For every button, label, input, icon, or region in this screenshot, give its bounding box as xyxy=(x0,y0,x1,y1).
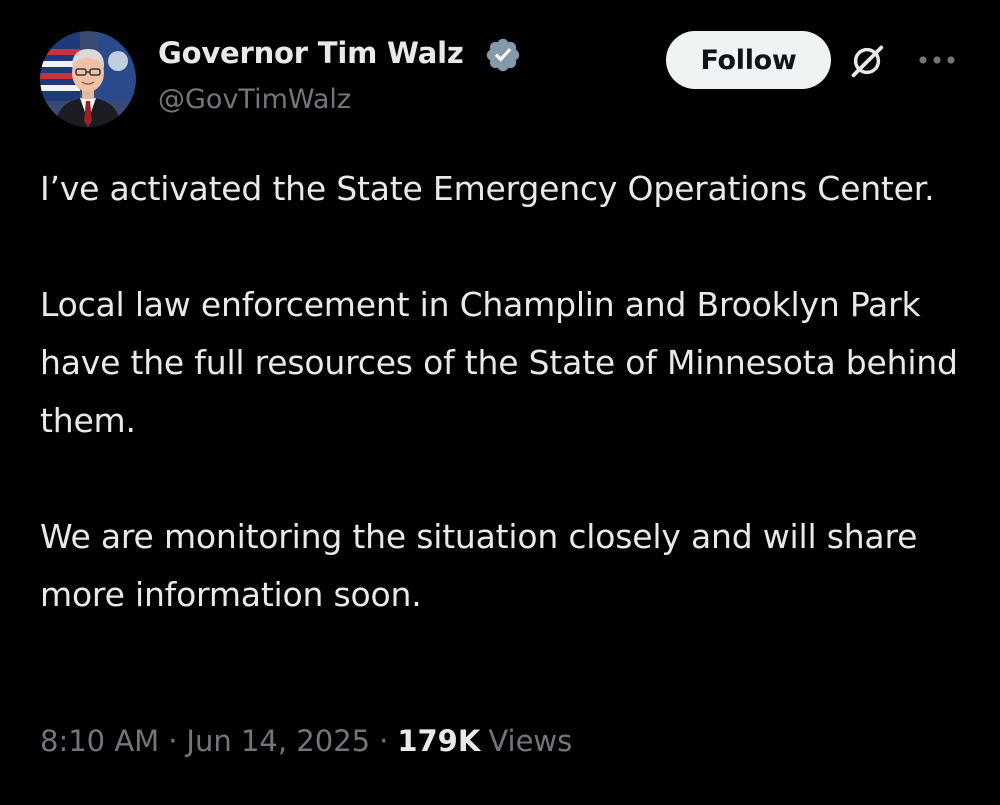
follow-button[interactable]: Follow xyxy=(666,31,831,89)
tweet-date: Jun 14, 2025 xyxy=(186,724,371,758)
avatar-photo-icon xyxy=(40,31,136,127)
meta-separator: · xyxy=(168,724,178,758)
views-label: Views xyxy=(488,724,573,758)
tweet-paragraph: I’ve activated the State Emergency Opera… xyxy=(40,169,935,208)
tweet-paragraph: We are monitoring the situation closely … xyxy=(40,517,918,614)
author-display-name[interactable]: Governor Tim Walz xyxy=(158,36,464,70)
tweet-meta: 8:10 AM · Jun 14, 2025 · 179K Views xyxy=(40,724,572,758)
more-options-icon[interactable] xyxy=(915,47,959,73)
tweet-paragraph: Local law enforcement in Champlin and Br… xyxy=(40,285,958,440)
tweet-text: I’ve activated the State Emergency Opera… xyxy=(40,160,970,624)
tweet-card: Governor Tim Walz @GovTimWalz Follow I’v… xyxy=(0,0,1000,805)
meta-separator: · xyxy=(379,724,389,758)
author-handle[interactable]: @GovTimWalz xyxy=(158,84,351,115)
verified-badge-icon[interactable] xyxy=(484,36,522,74)
tweet-timestamp[interactable]: 8:10 AM · Jun 14, 2025 xyxy=(40,724,370,758)
views-count: 179K xyxy=(397,724,481,758)
author-avatar[interactable] xyxy=(40,31,136,127)
grok-icon[interactable] xyxy=(848,42,886,80)
views-link[interactable]: 179K Views xyxy=(397,724,572,758)
tweet-time: 8:10 AM xyxy=(40,724,160,758)
